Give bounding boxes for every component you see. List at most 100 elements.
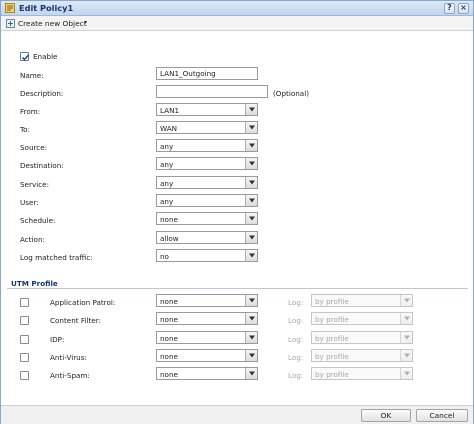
action-value: allow [160, 234, 179, 243]
anti-spam-label: Anti-Spam: [50, 371, 90, 380]
optional-hint: (Optional) [273, 89, 309, 98]
destination-value: any [160, 160, 174, 169]
idp-log-select[interactable]: by profile [311, 331, 413, 344]
anti-virus-profile-select[interactable]: none [156, 349, 258, 362]
anti-virus-checkbox[interactable] [20, 353, 29, 362]
dropdown-arrow-icon[interactable] [245, 104, 257, 115]
idp-profile-value: none [160, 334, 178, 343]
idp-log-label: Log: [288, 335, 304, 344]
name-label: Name: [20, 71, 44, 80]
idp-log-value: by profile [315, 334, 349, 343]
content-filter-log-label: Log: [288, 316, 304, 325]
application-patrol-profile-value: none [160, 297, 178, 306]
dialog-footer: OK Cancel [1, 405, 473, 424]
application-patrol-log-label: Log: [288, 298, 304, 307]
service-value: any [160, 179, 174, 188]
content-filter-log-select[interactable]: by profile [311, 312, 413, 325]
anti-virus-profile-value: none [160, 352, 178, 361]
dropdown-arrow-icon[interactable] [245, 250, 257, 261]
edit-policy-dialog: Edit Policy1 ? × Create new Object ▾ Ena… [0, 0, 474, 424]
source-select[interactable]: any [156, 139, 258, 152]
content-filter-label: Content Filter: [50, 316, 101, 325]
dropdown-arrow-icon[interactable] [245, 140, 257, 151]
dropdown-arrow-icon[interactable] [400, 332, 412, 343]
enable-checkbox[interactable] [20, 52, 30, 61]
dropdown-arrow-icon[interactable] [245, 158, 257, 169]
ok-button[interactable]: OK [361, 409, 411, 422]
source-label: Source: [20, 143, 48, 152]
log-matched-traffic-value: no [160, 252, 169, 261]
action-select[interactable]: allow [156, 231, 258, 244]
help-icon: ? [447, 3, 452, 12]
user-select[interactable]: any [156, 194, 258, 207]
anti-virus-label: Anti-Virus: [50, 353, 87, 362]
edit-policy-icon [5, 3, 15, 13]
idp-checkbox[interactable] [20, 335, 29, 344]
anti-virus-log-select[interactable]: by profile [311, 349, 413, 362]
anti-spam-profile-select[interactable]: none [156, 367, 258, 380]
content-filter-checkbox[interactable] [20, 316, 29, 325]
dropdown-arrow-icon[interactable] [400, 368, 412, 379]
action-label: Action: [20, 235, 45, 244]
service-label: Service: [20, 180, 49, 189]
schedule-select[interactable]: none [156, 212, 258, 225]
idp-label: IDP: [50, 335, 65, 344]
to-value: WAN [160, 124, 178, 133]
help-button[interactable]: ? [444, 3, 455, 14]
log-matched-traffic-label: Log matched traffic: [20, 253, 93, 262]
anti-spam-log-select[interactable]: by profile [311, 367, 413, 380]
section-divider [7, 288, 468, 289]
application-patrol-profile-select[interactable]: none [156, 294, 258, 307]
user-value: any [160, 197, 174, 206]
destination-select[interactable]: any [156, 157, 258, 170]
name-field[interactable]: LAN1_Outgoing [156, 67, 258, 80]
dropdown-arrow-icon[interactable] [245, 122, 257, 133]
cancel-button[interactable]: Cancel [416, 409, 468, 422]
dropdown-arrow-icon[interactable] [245, 213, 257, 224]
enable-label: Enable [33, 52, 58, 61]
dropdown-arrow-icon[interactable] [245, 232, 257, 243]
user-label: User: [20, 198, 39, 207]
anti-virus-log-label: Log: [288, 353, 304, 362]
to-label: To: [20, 125, 30, 134]
application-patrol-checkbox[interactable] [20, 298, 29, 307]
description-field[interactable] [156, 85, 268, 98]
dropdown-arrow-icon[interactable] [245, 177, 257, 188]
from-label: From: [20, 107, 41, 116]
chevron-down-icon[interactable]: ▾ [84, 19, 87, 26]
create-object-icon [6, 19, 15, 28]
dropdown-arrow-icon[interactable] [400, 350, 412, 361]
content-filter-profile-select[interactable]: none [156, 312, 258, 325]
description-label: Description: [20, 89, 64, 98]
dropdown-arrow-icon[interactable] [400, 313, 412, 324]
dropdown-arrow-icon[interactable] [245, 295, 257, 306]
close-icon: × [460, 3, 467, 12]
content-filter-log-value: by profile [315, 315, 349, 324]
source-value: any [160, 142, 174, 151]
application-patrol-log-select[interactable]: by profile [311, 294, 413, 307]
utm-profile-heading: UTM Profile [11, 279, 58, 288]
anti-spam-log-label: Log: [288, 371, 304, 380]
idp-profile-select[interactable]: none [156, 331, 258, 344]
to-select[interactable]: WAN [156, 121, 258, 134]
toolbar: Create new Object ▾ [1, 16, 473, 31]
create-new-object-menu[interactable]: Create new Object [18, 19, 87, 28]
service-select[interactable]: any [156, 176, 258, 189]
anti-spam-profile-value: none [160, 370, 178, 379]
from-select[interactable]: LAN1 [156, 103, 258, 116]
title-bar[interactable]: Edit Policy1 ? × [1, 1, 473, 16]
anti-spam-checkbox[interactable] [20, 371, 29, 380]
dropdown-arrow-icon[interactable] [245, 350, 257, 361]
dropdown-arrow-icon[interactable] [245, 313, 257, 324]
anti-virus-log-value: by profile [315, 352, 349, 361]
application-patrol-log-value: by profile [315, 297, 349, 306]
anti-spam-log-value: by profile [315, 370, 349, 379]
close-button[interactable]: × [458, 3, 469, 14]
dropdown-arrow-icon[interactable] [245, 195, 257, 206]
dropdown-arrow-icon[interactable] [400, 295, 412, 306]
checkmark-icon [22, 54, 30, 61]
dropdown-arrow-icon[interactable] [245, 332, 257, 343]
from-value: LAN1 [160, 106, 180, 115]
dropdown-arrow-icon[interactable] [245, 368, 257, 379]
log-matched-traffic-select[interactable]: no [156, 249, 258, 262]
